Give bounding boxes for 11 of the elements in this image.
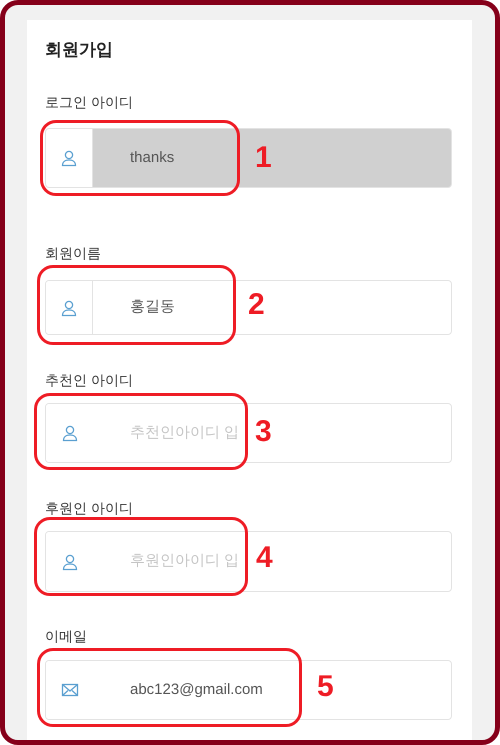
annotation-number: 4 <box>256 541 273 575</box>
field-label: 추천인 아이디 <box>45 371 134 390</box>
page-title: 회원가입 <box>45 39 114 61</box>
field-label: 회원이름 <box>45 244 102 263</box>
field-label: 로그인 아이디 <box>45 93 134 112</box>
annotation-number: 3 <box>255 415 272 449</box>
field-label: 후원인 아이디 <box>45 499 134 518</box>
annotation-number: 5 <box>317 670 334 704</box>
annotation-number: 2 <box>248 288 265 322</box>
field-label: 이메일 <box>45 627 88 646</box>
annotation-number: 1 <box>255 141 272 175</box>
